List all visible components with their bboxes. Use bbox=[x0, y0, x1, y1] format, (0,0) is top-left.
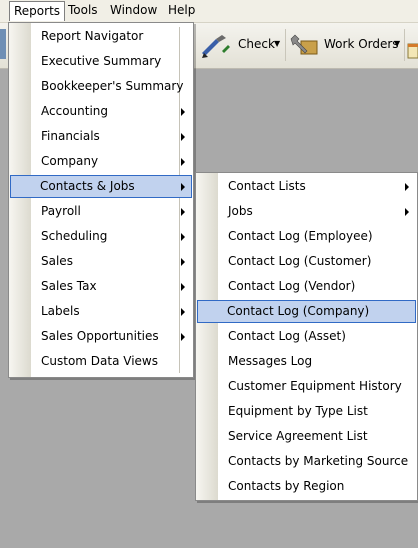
submenu-arrow-icon bbox=[405, 183, 409, 191]
check-button-label: Check bbox=[238, 37, 275, 51]
submenu-arrow-icon bbox=[181, 108, 185, 116]
work-orders-button[interactable]: Work Orders ▼ bbox=[289, 33, 403, 55]
menu-item-contacts-jobs[interactable]: Contacts & Jobs bbox=[10, 175, 192, 198]
menu-item-label: Labels bbox=[41, 304, 80, 318]
submenu-arrow-icon bbox=[181, 158, 185, 166]
menu-item-label: Jobs bbox=[228, 204, 253, 218]
menu-item-label: Contact Log (Asset) bbox=[228, 329, 346, 343]
menu-item-label: Contacts & Jobs bbox=[40, 179, 135, 193]
menu-item-company[interactable]: Company bbox=[11, 150, 191, 173]
menu-item-label: Equipment by Type List bbox=[228, 404, 368, 418]
toolbar-left-icon bbox=[0, 29, 6, 59]
menu-window-label: Window bbox=[110, 3, 158, 17]
menu-item-labels[interactable]: Labels bbox=[11, 300, 191, 323]
calendar-icon[interactable] bbox=[407, 43, 418, 59]
menu-item-contacts-by-marketing-source[interactable]: Contacts by Marketing Source bbox=[198, 450, 415, 473]
menu-item-contact-log-company[interactable]: Contact Log (Company) bbox=[197, 300, 416, 323]
submenu-arrow-icon bbox=[181, 133, 185, 141]
contacts-jobs-submenu: Contact Lists Jobs Contact Log (Employee) C… bbox=[195, 172, 418, 501]
submenu-arrow-icon bbox=[181, 233, 185, 241]
menu-item-equipment-by-type-list[interactable]: Equipment by Type List bbox=[198, 400, 415, 423]
menu-item-label: Contact Lists bbox=[228, 179, 306, 193]
menu-item-contact-log-vendor[interactable]: Contact Log (Vendor) bbox=[198, 275, 415, 298]
menu-item-label: Executive Summary bbox=[41, 54, 162, 68]
submenu-arrow-icon bbox=[181, 308, 185, 316]
menu-item-service-agreement-list[interactable]: Service Agreement List bbox=[198, 425, 415, 448]
menu-item-jobs[interactable]: Jobs bbox=[198, 200, 415, 223]
menu-item-payroll[interactable]: Payroll bbox=[11, 200, 191, 223]
menu-item-customer-equipment-history[interactable]: Customer Equipment History bbox=[198, 375, 415, 398]
reports-menu: Report Navigator Executive Summary Bookkee… bbox=[8, 22, 194, 378]
submenu-arrow-icon bbox=[181, 208, 185, 216]
submenu-arrow-icon bbox=[181, 283, 185, 291]
menu-item-label: Contacts by Region bbox=[228, 479, 345, 493]
toolbar-separator bbox=[404, 29, 405, 61]
menu-item-bookkeeper-s-summary[interactable]: Bookkeeper's Summary bbox=[11, 75, 191, 98]
menu-reports[interactable]: Reports bbox=[9, 1, 66, 21]
menu-item-label: Messages Log bbox=[228, 354, 313, 368]
menu-item-contact-log-employee[interactable]: Contact Log (Employee) bbox=[198, 225, 415, 248]
check-pen-icon bbox=[202, 35, 230, 58]
menu-help[interactable]: Help bbox=[164, 2, 199, 19]
work-orders-label: Work Orders bbox=[324, 37, 399, 51]
menu-tools[interactable]: Tools bbox=[64, 2, 102, 19]
menu-item-label: Sales bbox=[41, 254, 73, 268]
menu-item-label: Company bbox=[41, 154, 99, 168]
menu-item-executive-summary[interactable]: Executive Summary bbox=[11, 50, 191, 73]
menu-item-label: Sales Opportunities bbox=[41, 329, 159, 343]
submenu-arrow-icon bbox=[181, 183, 185, 191]
menu-item-label: Contact Log (Customer) bbox=[228, 254, 372, 268]
menu-item-sales[interactable]: Sales bbox=[11, 250, 191, 273]
menu-item-contacts-by-region[interactable]: Contacts by Region bbox=[198, 475, 415, 498]
menu-item-sales-tax[interactable]: Sales Tax bbox=[11, 275, 191, 298]
menu-reports-label: Reports bbox=[14, 4, 61, 18]
menu-item-contact-log-customer[interactable]: Contact Log (Customer) bbox=[198, 250, 415, 273]
menu-item-label: Payroll bbox=[41, 204, 81, 218]
menu-item-report-navigator[interactable]: Report Navigator bbox=[11, 25, 191, 48]
work-orders-wrench-icon bbox=[290, 34, 318, 55]
toolbar-separator bbox=[285, 29, 286, 61]
menu-item-contact-lists[interactable]: Contact Lists bbox=[198, 175, 415, 198]
submenu-arrow-icon bbox=[181, 258, 185, 266]
menu-item-sales-opportunities[interactable]: Sales Opportunities bbox=[11, 325, 191, 348]
menu-bar: Reports Tools Window Help bbox=[0, 0, 418, 23]
menu-item-label: Accounting bbox=[41, 104, 109, 118]
menu-item-label: Bookkeeper's Summary bbox=[41, 79, 184, 93]
menu-item-scheduling[interactable]: Scheduling bbox=[11, 225, 191, 248]
check-button[interactable]: Check ▼ bbox=[200, 33, 282, 58]
submenu-arrow-icon bbox=[405, 208, 409, 216]
submenu-arrow-icon bbox=[181, 333, 185, 341]
menu-item-label: Contact Log (Employee) bbox=[228, 229, 373, 243]
menu-tools-label: Tools bbox=[68, 3, 98, 17]
menu-item-financials[interactable]: Financials bbox=[11, 125, 191, 148]
menu-item-label: Contact Log (Company) bbox=[227, 304, 370, 318]
menu-window[interactable]: Window bbox=[106, 2, 161, 19]
menu-item-label: Custom Data Views bbox=[41, 354, 158, 368]
menu-item-label: Report Navigator bbox=[41, 29, 144, 43]
check-dropdown-icon[interactable]: ▼ bbox=[274, 33, 280, 55]
menu-item-label: Service Agreement List bbox=[228, 429, 368, 443]
menu-item-label: Contact Log (Vendor) bbox=[228, 279, 356, 293]
menu-item-label: Financials bbox=[41, 129, 100, 143]
menu-item-custom-data-views[interactable]: Custom Data Views bbox=[11, 350, 191, 373]
menu-item-label: Contacts by Marketing Source bbox=[228, 454, 409, 468]
menu-item-label: Sales Tax bbox=[41, 279, 97, 293]
menu-item-label: Customer Equipment History bbox=[228, 379, 402, 393]
menu-item-label: Scheduling bbox=[41, 229, 108, 243]
menu-item-contact-log-asset[interactable]: Contact Log (Asset) bbox=[198, 325, 415, 348]
menu-item-accounting[interactable]: Accounting bbox=[11, 100, 191, 123]
work-orders-dropdown-icon[interactable]: ▼ bbox=[394, 33, 400, 55]
menu-help-label: Help bbox=[168, 3, 196, 17]
menu-item-messages-log[interactable]: Messages Log bbox=[198, 350, 415, 373]
